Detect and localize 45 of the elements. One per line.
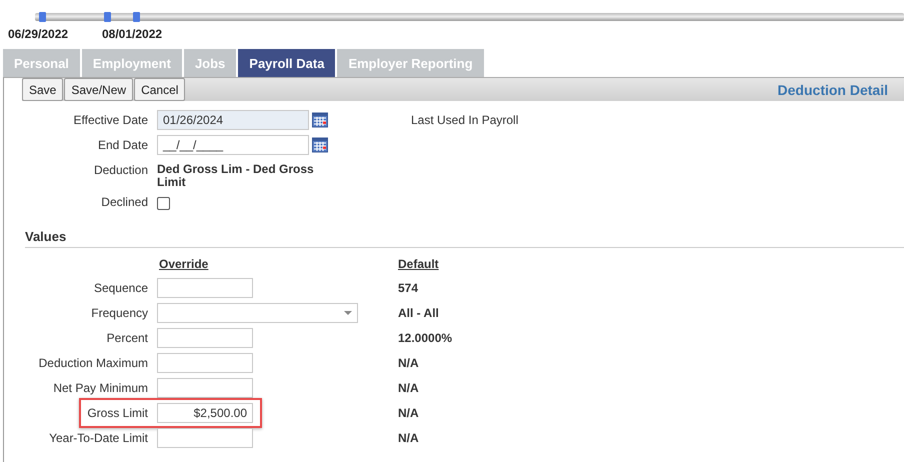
- input-field[interactable]: [157, 353, 253, 373]
- default-value: N/A: [398, 381, 419, 395]
- field-label: Declined: [100, 194, 148, 211]
- toolbar-button[interactable]: Cancel: [134, 78, 186, 101]
- field-label: Last Used In Payroll: [411, 112, 518, 129]
- default-value: N/A: [398, 431, 419, 445]
- timeline-marker-icon[interactable]: [39, 12, 46, 22]
- toolbar-button[interactable]: Save: [22, 78, 64, 101]
- calendar-icon[interactable]: [312, 137, 328, 153]
- field-label: End Date: [96, 137, 148, 154]
- timeline-marker-icon[interactable]: [104, 12, 111, 22]
- field-label: Deduction Maximum: [38, 355, 148, 372]
- default-value: N/A: [398, 406, 419, 420]
- default-value: N/A: [398, 356, 419, 370]
- field-label: Frequency: [91, 305, 148, 322]
- default-value: 574: [398, 281, 418, 295]
- field-label: Net Pay Minimum: [53, 380, 148, 397]
- input-field[interactable]: [157, 278, 253, 298]
- timeline-marker-icon[interactable]: [133, 12, 140, 22]
- section-heading: Values: [25, 229, 904, 248]
- field-label: Deduction: [92, 162, 148, 179]
- input-field[interactable]: $2,500.00: [157, 403, 253, 423]
- input-field[interactable]: [157, 328, 253, 348]
- dropdown-field[interactable]: [157, 303, 358, 323]
- tab[interactable]: Payroll Data: [238, 49, 336, 77]
- deduction-value: Ded Gross Lim - Ded Gross Limit: [157, 161, 315, 189]
- field-label: Year-To-Date Limit: [49, 430, 148, 447]
- caret-icon: [344, 311, 352, 315]
- timeline-date: 06/29/2022: [8, 27, 68, 41]
- field-label: Effective Date: [72, 112, 148, 129]
- field-label: Gross Limit: [87, 405, 148, 422]
- field-label: Sequence: [94, 280, 148, 297]
- checkbox[interactable]: [157, 197, 170, 210]
- column-header: Default: [398, 256, 439, 273]
- section-title: Deduction Detail: [778, 82, 888, 98]
- default-value: All - All: [398, 306, 439, 320]
- input-field[interactable]: [157, 378, 253, 398]
- date-field[interactable]: __/__/____: [157, 135, 309, 155]
- field-label: Percent: [106, 330, 148, 347]
- toolbar-button[interactable]: Save/New: [64, 78, 134, 101]
- default-value: 12.0000%: [398, 331, 452, 345]
- column-header: Override: [158, 257, 208, 271]
- calendar-icon[interactable]: [312, 112, 328, 128]
- timeline-date: 08/01/2022: [102, 27, 162, 41]
- input-field[interactable]: [157, 428, 253, 448]
